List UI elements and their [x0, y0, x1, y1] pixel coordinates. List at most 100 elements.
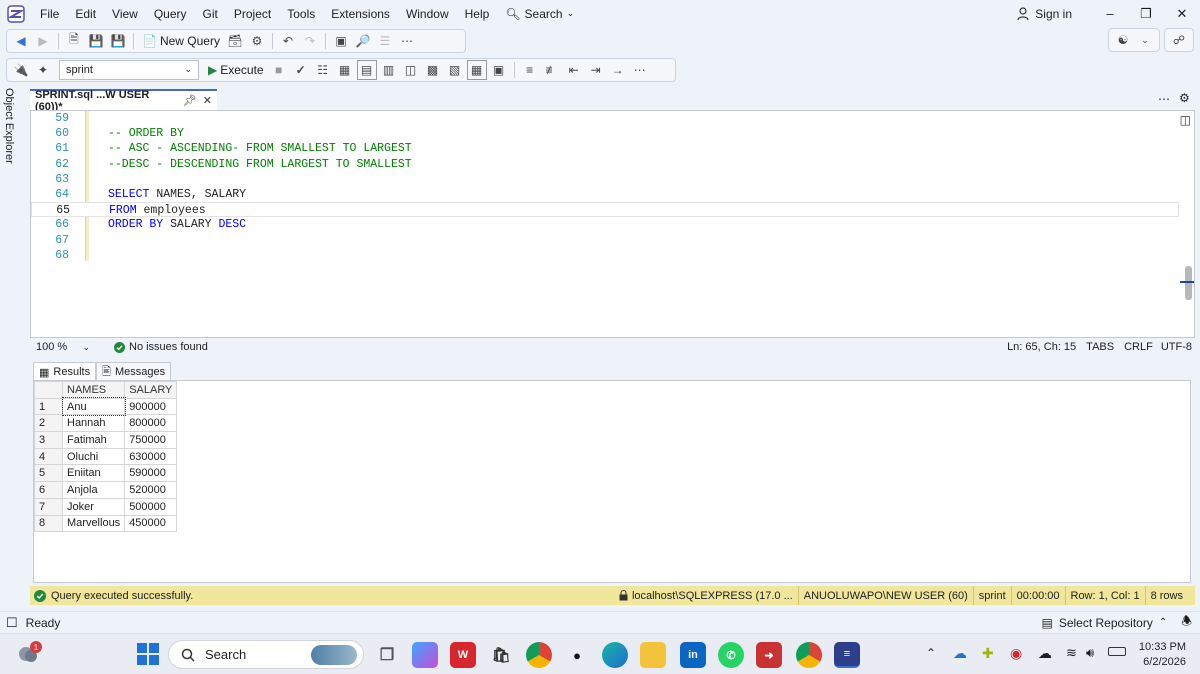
row-number-cell[interactable]: 6 — [34, 481, 63, 499]
tab-overflow-icon[interactable]: ⋯ — [1158, 92, 1170, 106]
row-number-header[interactable] — [34, 381, 63, 399]
row-number-cell[interactable]: 2 — [34, 414, 63, 433]
object-explorer-tab[interactable]: Object Explorer — [3, 88, 15, 164]
names-cell[interactable]: Anu — [61, 397, 126, 416]
new-project-icon[interactable]: 🗎 — [64, 31, 84, 51]
more-icon[interactable]: ⋯ — [630, 60, 650, 80]
chrome-icon[interactable] — [526, 642, 552, 668]
sign-in-button[interactable]: Sign in — [1017, 7, 1072, 21]
code-line[interactable]: 59 — [31, 111, 1179, 126]
settings-icon[interactable]: ⚙ — [1179, 91, 1190, 105]
results-to-text-icon[interactable]: ▥ — [379, 60, 399, 80]
onedrive-icon[interactable]: ☁ — [953, 645, 967, 662]
menu-help[interactable]: Help — [457, 7, 498, 21]
execute-button[interactable]: ▶ Execute — [205, 63, 267, 77]
menu-view[interactable]: View — [104, 7, 146, 21]
table-row[interactable]: 2 Hannah 800000 — [34, 414, 178, 433]
code-line[interactable]: 60 -- ORDER BY — [31, 126, 1179, 141]
code-line[interactable]: 64 SELECT NAMES, SALARY — [31, 187, 1179, 202]
close-button[interactable]: ✕ — [1164, 0, 1200, 27]
decrease-indent-icon[interactable]: ⇤ — [564, 60, 584, 80]
results-to-file-icon[interactable]: ▧ — [445, 60, 465, 80]
cursor-position[interactable]: Ln: 65, Ch: 15 — [1002, 341, 1081, 353]
code-line[interactable]: 65 FROM employees — [31, 202, 1179, 218]
restore-button[interactable]: ❐ — [1128, 0, 1164, 27]
split-editor-icon[interactable]: ◫ — [1180, 113, 1191, 127]
salary-cell[interactable]: 750000 — [124, 431, 178, 449]
comment-icon[interactable]: ≡ — [520, 60, 540, 80]
code-line[interactable]: 63 — [31, 172, 1179, 187]
redo-icon[interactable]: ↷ — [300, 31, 320, 51]
stop-icon[interactable]: ■ — [269, 60, 289, 80]
edge-icon[interactable] — [602, 642, 628, 668]
parse-check-icon[interactable]: ✓ — [291, 60, 311, 80]
find-icon[interactable]: 🔎 — [353, 31, 373, 51]
tab-messages[interactable]: 🖹 Messages — [96, 362, 172, 381]
whatsapp-icon[interactable]: ✆ — [718, 642, 744, 668]
save-icon[interactable]: 💾 — [86, 31, 106, 51]
copilot-app-icon[interactable] — [412, 642, 438, 668]
document-tab[interactable]: SPRINT.sql ...W USER (60))* 📌︎ ✕ — [30, 89, 217, 113]
plan-icon[interactable]: ☷ — [313, 60, 333, 80]
table-row[interactable]: 7 Joker 500000 — [34, 497, 178, 516]
names-cell[interactable]: Anjola — [61, 481, 126, 499]
salary-cell[interactable]: 500000 — [124, 497, 178, 516]
menu-tools[interactable]: Tools — [279, 7, 323, 21]
save-all-icon[interactable]: 💾 — [108, 31, 128, 51]
ssms-taskbar-icon[interactable]: ≡ — [834, 642, 860, 668]
connect-icon[interactable]: 🔌 — [11, 60, 31, 80]
row-number-cell[interactable]: 1 — [34, 397, 63, 416]
menu-window[interactable]: Window — [398, 7, 457, 21]
menu-search[interactable]: 🔍︎ Search ⌄ — [497, 7, 582, 21]
table-row[interactable]: 1 Anu 900000 — [34, 397, 178, 416]
close-tab-icon[interactable]: ✕ — [203, 94, 212, 107]
issues-indicator[interactable]: No issues found — [114, 341, 208, 353]
menu-project[interactable]: Project — [226, 7, 279, 21]
change-connection-icon[interactable]: ✦ — [33, 60, 53, 80]
task-view-icon[interactable]: ❐ — [374, 642, 400, 668]
intellisense-icon[interactable]: ▦ — [335, 60, 355, 80]
wps-office-icon[interactable]: W — [450, 642, 476, 668]
row-number-cell[interactable]: 4 — [34, 447, 63, 466]
salary-cell[interactable]: 800000 — [124, 414, 178, 433]
copilot-button[interactable]: ☯ ⌄ — [1108, 28, 1160, 52]
tab-results[interactable]: ▦ Results — [33, 362, 97, 381]
analysis-icon[interactable]: ⚙ — [247, 31, 267, 51]
salary-cell[interactable]: 630000 — [124, 447, 178, 466]
results-grid[interactable]: NAMES SALARY 1 Anu 900000 2 Hannah 800000 3 Fat… — [34, 381, 178, 533]
menu-edit[interactable]: Edit — [67, 7, 104, 21]
uncomment-icon[interactable]: ≢ — [542, 60, 562, 80]
results-to-grid-icon[interactable]: ▤ — [356, 59, 377, 80]
clock[interactable]: 10:33 PM 6/2/2026 — [1134, 640, 1186, 670]
weather-widget[interactable]: 1 — [16, 641, 42, 667]
row-number-cell[interactable]: 3 — [34, 431, 63, 449]
back-icon[interactable]: ◀ — [11, 31, 31, 51]
sql-editor[interactable]: 59 60 -- ORDER BY 61 -- ASC - ASCENDING- FRO… — [30, 110, 1195, 338]
include-plan-icon[interactable]: ◫ — [401, 60, 421, 80]
menu-extensions[interactable]: Extensions — [323, 7, 398, 21]
client-stats-icon[interactable]: ▩ — [423, 60, 443, 80]
store-icon[interactable]: 🛍 — [488, 642, 514, 668]
select-repository-button[interactable]: Select Repository — [1059, 616, 1153, 630]
more-icon[interactable]: ⋯ — [397, 31, 417, 51]
names-cell[interactable]: Joker — [61, 497, 126, 516]
code-line[interactable]: 61 -- ASC - ASCENDING- FROM SMALLEST TO L… — [31, 141, 1179, 156]
new-query-button[interactable]: 📄 New Query — [139, 34, 223, 48]
taskbar-search[interactable]: Search — [168, 640, 364, 669]
scrollbar-thumb[interactable] — [1185, 266, 1192, 300]
file-explorer-icon[interactable] — [640, 642, 666, 668]
menu-git[interactable]: Git — [195, 7, 226, 21]
salary-cell[interactable]: 520000 — [124, 481, 178, 499]
start-button[interactable] — [137, 643, 159, 665]
names-cell[interactable]: Eniitan — [61, 464, 126, 483]
column-header-salary[interactable]: SALARY — [124, 381, 178, 399]
notifications-icon[interactable]: 🕭 — [1181, 612, 1192, 633]
line-ending-indicator[interactable]: CRLF — [1119, 341, 1158, 353]
names-cell[interactable]: Oluchi — [61, 447, 126, 466]
wifi-icon[interactable]: ≋ — [1066, 645, 1077, 661]
code-line[interactable]: 68 — [31, 248, 1179, 263]
names-cell[interactable]: Hannah — [61, 414, 126, 433]
menu-query[interactable]: Query — [146, 7, 195, 21]
salary-cell[interactable]: 450000 — [124, 514, 178, 533]
names-cell[interactable]: Marvellous — [61, 514, 126, 533]
